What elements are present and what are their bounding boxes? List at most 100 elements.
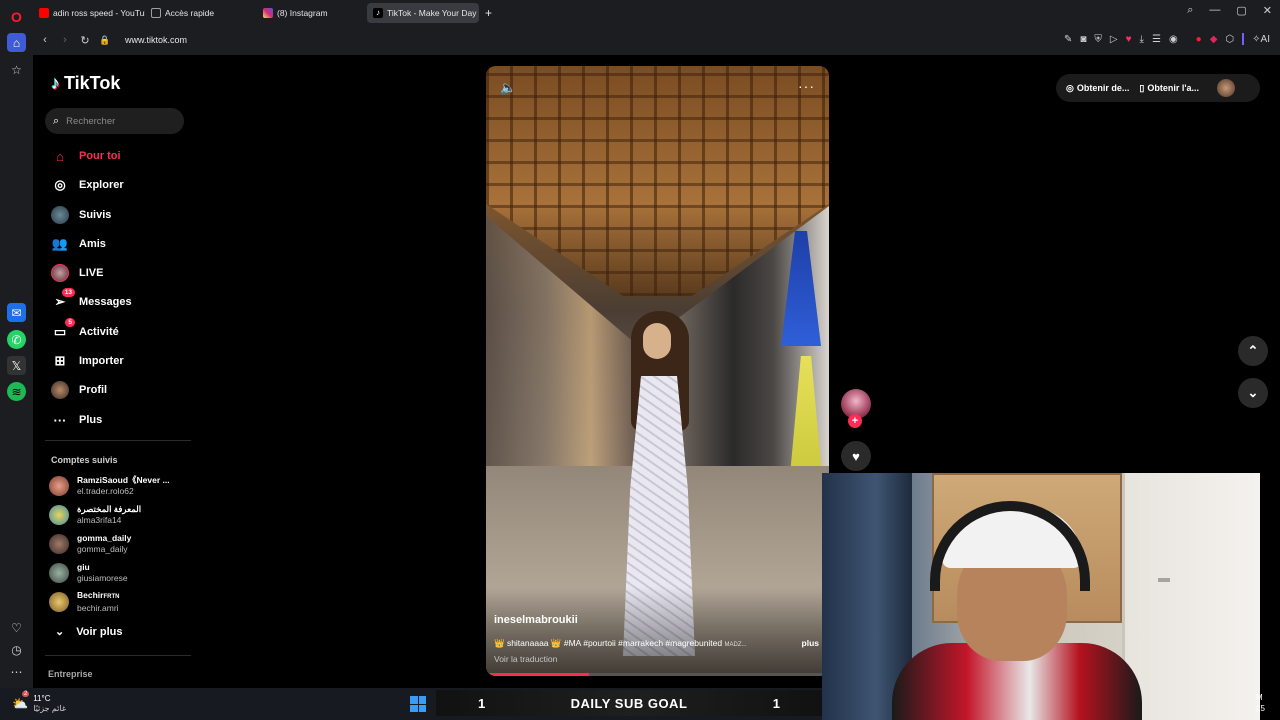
extension-shield-icon[interactable]: ◆	[1210, 34, 1218, 45]
see-more-button[interactable]: ⌄ Voir plus	[55, 625, 122, 639]
top-actions-bar: ◎ Obtenir de... ▯ Obtenir l'a...	[1056, 74, 1260, 102]
edit-icon[interactable]: ✎	[1064, 34, 1072, 45]
followed-accounts-title: Comptes suivis	[51, 455, 118, 465]
tab-label: Accès rapide	[165, 7, 215, 18]
search-input[interactable]: ⌕ Rechercher	[45, 108, 184, 134]
instagram-icon	[263, 7, 273, 18]
nav-more[interactable]: ··· Plus	[51, 409, 103, 431]
forward-icon[interactable]: ›	[55, 34, 75, 46]
nav-for-you[interactable]: ⌂ Pour toi	[51, 145, 121, 167]
tiktok-icon: ♪	[373, 7, 383, 18]
translate-link[interactable]: Voir la traduction	[494, 654, 557, 664]
nav-messages[interactable]: ➢ 13 Messages	[51, 288, 132, 313]
nav-live[interactable]: LIVE	[51, 262, 103, 284]
url-field[interactable]: www.tiktok.com	[125, 35, 187, 45]
live-icon	[51, 264, 69, 282]
pinboard-icon[interactable]: ☆	[7, 60, 26, 79]
messenger-icon[interactable]: ✉	[7, 303, 26, 322]
heart-icon[interactable]: ♡	[7, 618, 26, 637]
avatar	[49, 534, 69, 554]
search-tabs-icon[interactable]: ⌕	[1187, 4, 1193, 17]
tab-youtube[interactable]: adin ross speed - YouTube	[33, 3, 145, 23]
video-author[interactable]: ineselmabroukii	[494, 614, 578, 626]
windows-start-icon[interactable]	[410, 696, 426, 712]
more-options-icon[interactable]: ···	[798, 78, 815, 94]
opera-extension-icon[interactable]: ●	[1196, 34, 1202, 45]
address-bar: ‹ › ↻ 🔒 www.tiktok.com ✎ ◙ ⛨ ▷ ♥ ⤓ ☰ ◉ ●…	[33, 25, 1280, 55]
caption-more-button[interactable]: plus	[802, 638, 819, 648]
lock-icon[interactable]: 🔒	[95, 35, 115, 46]
tab-quick-access[interactable]: Accès rapide	[145, 3, 257, 23]
extension-box-icon[interactable]: ⬡	[1225, 34, 1234, 45]
opera-sidebar: O ⌂ ☆ ✉ ✆ 𝕏 ≋ ♡ ◷ ⋯	[0, 0, 33, 688]
menu-icon[interactable]: ☰	[1152, 34, 1161, 45]
opera-logo-icon[interactable]: O	[7, 7, 26, 26]
nav-activity[interactable]: ▭ 5 Activité	[51, 318, 119, 343]
x-twitter-icon[interactable]: 𝕏	[7, 356, 26, 375]
nav-friends[interactable]: 👥 Amis	[51, 233, 106, 255]
video-progress-bar[interactable]	[486, 673, 829, 676]
home-workspace-icon[interactable]: ⌂	[7, 33, 26, 52]
tab-instagram[interactable]: (8) Instagram	[257, 3, 367, 23]
weather-condition: غائم جزئيًا	[33, 704, 67, 713]
weather-widget[interactable]: ⛅ 2 11°C غائم جزئيًا	[12, 691, 67, 714]
more-rail-icon[interactable]: ⋯	[7, 662, 26, 681]
account-handle: giusiamorese	[77, 573, 128, 583]
next-video-chevron-down-icon[interactable]: ⌄	[1238, 378, 1268, 408]
avatar	[49, 592, 69, 612]
followed-account[interactable]: gomma_daily gomma_daily	[49, 531, 131, 557]
partly-cloudy-icon: ⛅	[12, 696, 29, 711]
volume-icon[interactable]: 🔈	[500, 80, 516, 96]
footer-link[interactable]: Entreprise	[48, 669, 93, 679]
nav-following[interactable]: Suivis	[51, 204, 111, 226]
new-tab-button[interactable]: +	[479, 3, 498, 23]
history-icon[interactable]: ◷	[7, 640, 26, 659]
tiktok-sidebar: ♪ TikTok ⌕ Rechercher ⌂ Pour toi ◎ Explo…	[33, 55, 193, 688]
heart-icon[interactable]: ♥	[1126, 34, 1132, 45]
camera-icon[interactable]: ◙	[1080, 34, 1086, 45]
back-icon[interactable]: ‹	[35, 34, 55, 46]
weather-badge: 2	[22, 691, 30, 697]
browser-toolbar: ✎ ◙ ⛨ ▷ ♥ ⤓ ☰ ◉ ● ◆ ⬡ ✧AI	[1064, 33, 1270, 45]
get-app-label: Obtenir l'a...	[1147, 82, 1199, 93]
get-coins-button[interactable]: ◎ Obtenir de...	[1066, 83, 1129, 94]
nav-upload[interactable]: ⊞ Importer	[51, 350, 124, 372]
followed-account[interactable]: giu giusiamorese	[49, 560, 128, 586]
nav-label: Profil	[79, 384, 108, 396]
profile-icon[interactable]: ◉	[1169, 34, 1178, 45]
followed-account[interactable]: BechirFRTN bechir.amri	[49, 589, 119, 615]
minimize-icon[interactable]: —	[1209, 4, 1220, 17]
maximize-icon[interactable]: ▢	[1236, 4, 1246, 17]
account-name: Bechir	[77, 590, 104, 600]
previous-video-chevron-up-icon[interactable]: ⌃	[1238, 336, 1268, 366]
followed-account[interactable]: المعرفة المختصرة alma3rifa14	[49, 502, 141, 528]
tiktok-logo[interactable]: ♪ TikTok	[51, 73, 120, 94]
ai-label: AI	[1260, 33, 1270, 45]
tab-tiktok[interactable]: ♪ TikTok - Make Your Day	[367, 2, 479, 23]
clock-fragment: M 25	[1256, 692, 1265, 714]
whatsapp-icon[interactable]: ✆	[7, 330, 26, 349]
reload-icon[interactable]: ↻	[75, 34, 95, 47]
tiktok-note-icon: ♪	[51, 73, 60, 93]
daily-sub-goal-overlay: 1 DAILY SUB GOAL 1	[436, 690, 822, 716]
like-heart-icon[interactable]: ♥	[841, 441, 871, 471]
nav-label: Activité	[79, 326, 119, 338]
shield-icon[interactable]: ⛨	[1094, 34, 1102, 45]
nav-profile[interactable]: Profil	[51, 379, 107, 401]
get-app-button[interactable]: ▯ Obtenir l'a...	[1139, 83, 1199, 94]
tiktok-wordmark: TikTok	[64, 73, 121, 93]
account-handle: bechir.amri	[77, 603, 119, 613]
followed-account[interactable]: RamziSaoud《Never ... el.trader.rolo62	[49, 473, 170, 499]
video-player[interactable]: 🔈 ··· ineselmabroukii 👑 shitanaaaa 👑 #MA…	[486, 66, 829, 676]
spotify-icon[interactable]: ≋	[7, 382, 26, 401]
account-name: gomma_daily	[77, 533, 132, 543]
nav-explore[interactable]: ◎ Explorer	[51, 174, 123, 196]
close-icon[interactable]: ✕	[1263, 4, 1272, 17]
follow-plus-icon[interactable]: +	[848, 414, 862, 428]
download-icon[interactable]: ⤓	[1140, 34, 1144, 45]
play-icon[interactable]: ▷	[1110, 34, 1118, 45]
user-avatar[interactable]	[1216, 79, 1235, 97]
ai-button[interactable]: ✧AI	[1252, 34, 1270, 45]
avatar	[49, 476, 69, 496]
nav-label: Messages	[79, 296, 132, 308]
